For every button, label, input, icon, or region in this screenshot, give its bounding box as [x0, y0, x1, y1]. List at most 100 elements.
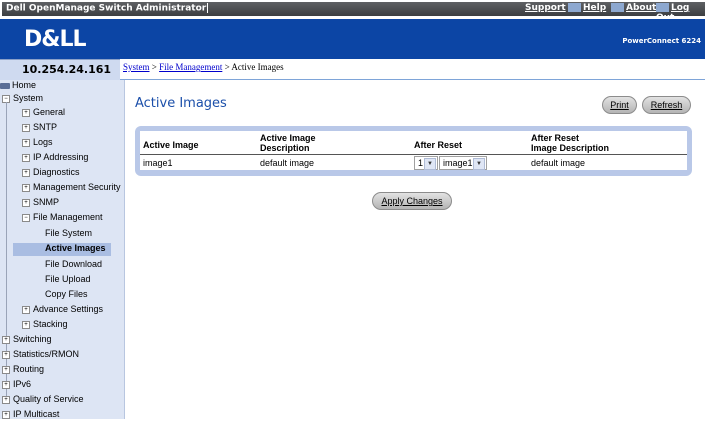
- device-ip-panel: 10.254.24.161: [0, 59, 120, 80]
- sidebar-item-file-upload[interactable]: File Upload: [0, 274, 169, 287]
- sidebar-item-label: IP Multicast: [13, 409, 60, 419]
- expand-icon[interactable]: +: [2, 350, 10, 359]
- breadcrumb-system[interactable]: System: [123, 62, 150, 72]
- print-button[interactable]: Print: [602, 96, 637, 114]
- sidebar-item-label: File System: [45, 228, 93, 238]
- sidebar-item-file-download[interactable]: File Download: [0, 259, 169, 272]
- support-link[interactable]: Support: [525, 3, 566, 13]
- sidebar: Home − System + General + SNTP + Logs + IP Ad…: [0, 80, 125, 419]
- expand-icon[interactable]: +: [2, 380, 10, 389]
- sidebar-item-label: Switching: [13, 334, 52, 344]
- refresh-button[interactable]: Refresh: [642, 96, 691, 114]
- sidebar-item-label: Diagnostics: [33, 167, 80, 177]
- sidebar-item-label: File Download: [45, 259, 103, 269]
- sidebar-item-label: General: [33, 107, 66, 117]
- expand-icon[interactable]: +: [22, 168, 30, 177]
- sidebar-item-stacking[interactable]: + Stacking: [0, 319, 146, 332]
- breadcrumb: System > File Management > Active Images: [123, 62, 284, 72]
- sidebar-item-copy-files[interactable]: Copy Files: [0, 289, 169, 302]
- sidebar-item-ipv6[interactable]: + IPv6: [0, 379, 126, 392]
- apply-changes-button-label: Apply Changes: [381, 196, 443, 206]
- about-link[interactable]: About: [611, 3, 656, 13]
- sidebar-item-diagnostics[interactable]: + Diagnostics: [0, 167, 146, 180]
- sidebar-item-label: System: [13, 93, 44, 103]
- cell-active-image: image1: [143, 158, 173, 168]
- sidebar-item-home[interactable]: Home: [0, 80, 124, 93]
- product-name: PowerConnect 6224: [622, 37, 701, 45]
- apply-changes-button[interactable]: Apply Changes: [372, 192, 452, 210]
- chevron-down-icon[interactable]: ▼: [424, 158, 436, 170]
- sidebar-item-snmp[interactable]: + SNMP: [0, 197, 146, 210]
- sidebar-item-label: Home: [12, 80, 37, 90]
- row-divider: [140, 170, 687, 171]
- sidebar-item-label: IP Addressing: [33, 152, 89, 162]
- sidebar-item-ip-multicast[interactable]: + IP Multicast: [0, 409, 126, 422]
- sidebar-item-system[interactable]: − System: [0, 93, 126, 106]
- expand-icon[interactable]: +: [22, 108, 30, 117]
- chevron-down-icon[interactable]: ▼: [473, 158, 485, 170]
- sidebar-item-ip-addressing[interactable]: + IP Addressing: [0, 152, 146, 165]
- help-link-label: Help: [583, 3, 607, 13]
- collapse-icon[interactable]: −: [22, 213, 30, 222]
- expand-icon[interactable]: +: [22, 183, 30, 192]
- expand-icon[interactable]: +: [22, 198, 30, 207]
- device-ip: 10.254.24.161: [22, 63, 112, 76]
- sidebar-item-sntp[interactable]: + SNTP: [0, 122, 146, 135]
- expand-icon[interactable]: +: [2, 335, 10, 344]
- expand-icon[interactable]: +: [22, 320, 30, 329]
- expand-icon[interactable]: +: [22, 153, 30, 162]
- after-reset-image-select[interactable]: image1 ▼: [439, 156, 487, 170]
- expand-icon[interactable]: +: [22, 123, 30, 132]
- column-header-after-reset-description-line1: After Reset: [531, 133, 580, 143]
- sidebar-item-management-security[interactable]: + Management Security: [0, 182, 146, 195]
- unit-select-value: 1: [418, 158, 424, 168]
- page-title: Active Images: [135, 96, 227, 111]
- header-banner: D&LL PowerConnect 6224: [0, 19, 705, 59]
- column-header-active-image: Active Image: [143, 140, 199, 150]
- column-header-description: Active Image Description: [260, 133, 316, 153]
- sidebar-item-label: SNTP: [33, 122, 58, 132]
- text-cursor: [207, 3, 209, 13]
- sidebar-item-label: Stacking: [33, 319, 68, 329]
- sidebar-item-active-images[interactable]: Active Images: [13, 243, 111, 256]
- breadcrumb-current: Active Images: [231, 62, 284, 72]
- about-link-label: About: [626, 3, 657, 13]
- sidebar-item-routing[interactable]: + Routing: [0, 364, 126, 377]
- column-header-after-reset-description: After Reset Image Description: [531, 133, 609, 153]
- sidebar-item-file-system[interactable]: File System: [0, 228, 169, 241]
- unit-select[interactable]: 1 ▼: [414, 156, 438, 170]
- sidebar-item-label: Management Security: [33, 182, 121, 192]
- sidebar-item-label: File Management: [33, 212, 103, 222]
- home-icon: [0, 82, 10, 89]
- sidebar-item-logs[interactable]: + Logs: [0, 137, 146, 150]
- sidebar-item-label: File Upload: [45, 274, 91, 284]
- cell-after-reset-description: default image: [531, 158, 586, 168]
- expand-icon[interactable]: +: [2, 395, 10, 404]
- expand-icon[interactable]: +: [2, 410, 10, 419]
- expand-icon[interactable]: +: [22, 138, 30, 147]
- expand-icon[interactable]: +: [22, 305, 30, 314]
- sidebar-item-quality-of-service[interactable]: + Quality of Service: [0, 394, 126, 407]
- breadcrumb-file-management[interactable]: File Management: [159, 62, 222, 72]
- expand-icon[interactable]: +: [2, 365, 10, 374]
- sidebar-item-file-management[interactable]: − File Management: [0, 212, 146, 225]
- logout-icon: [656, 3, 669, 12]
- sidebar-item-advance-settings[interactable]: + Advance Settings: [0, 304, 146, 317]
- about-icon: [611, 3, 624, 12]
- breadcrumb-divider: [120, 79, 705, 80]
- sidebar-item-general[interactable]: + General: [0, 107, 146, 120]
- sidebar-item-statistics-rmon[interactable]: + Statistics/RMON: [0, 349, 126, 362]
- after-reset-image-select-value: image1: [443, 158, 473, 168]
- sidebar-item-label: Advance Settings: [33, 304, 104, 314]
- dell-logo-text: D&LL: [24, 27, 86, 50]
- cell-active-image-description: default image: [260, 158, 315, 168]
- sidebar-item-label: IPv6: [13, 379, 32, 389]
- active-images-table-panel: Active Image Active Image Description Af…: [135, 126, 692, 176]
- sidebar-item-label: SNMP: [33, 197, 60, 207]
- help-link[interactable]: Help: [568, 3, 606, 13]
- sidebar-item-label: Statistics/RMON: [13, 349, 80, 359]
- breadcrumb-separator: >: [149, 62, 160, 72]
- print-button-label: Print: [610, 100, 629, 110]
- column-header-description-line2: Description: [260, 143, 310, 153]
- sidebar-item-switching[interactable]: + Switching: [0, 334, 126, 347]
